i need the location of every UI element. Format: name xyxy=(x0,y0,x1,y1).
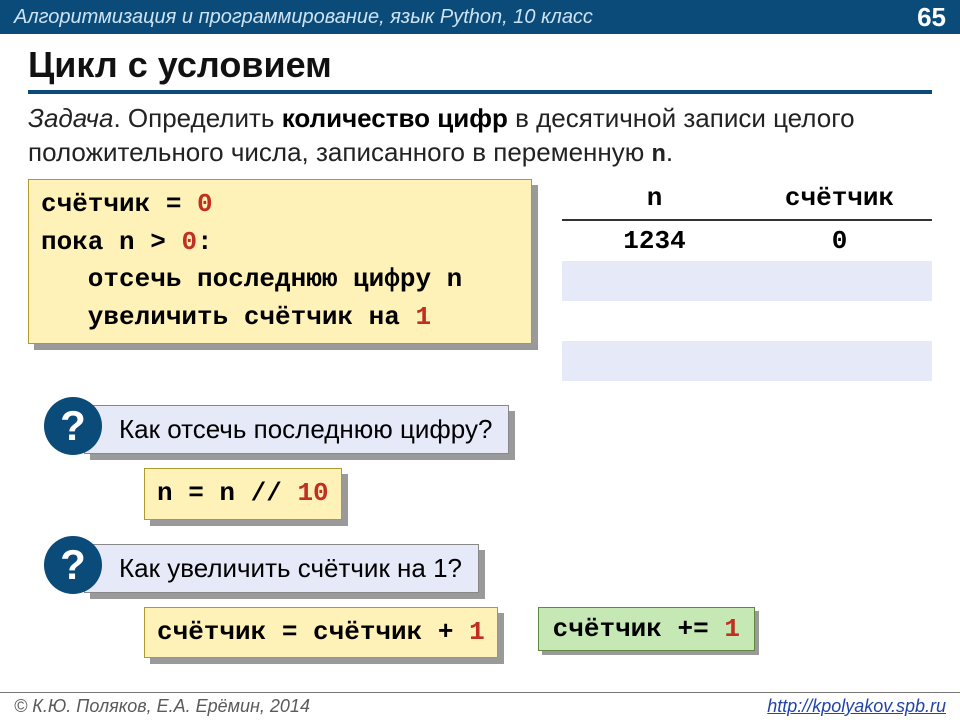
page-number: 65 xyxy=(917,2,946,33)
top-bar: Алгоритмизация и программирование, язык … xyxy=(0,0,960,34)
task-label: Задача xyxy=(28,103,113,133)
trace-header-counter: счётчик xyxy=(747,179,932,219)
trace-table: n счётчик 1234 0 xyxy=(562,179,932,381)
slide-title-block: Цикл с условием xyxy=(0,34,960,96)
footer-url: http://kpolyakov.spb.ru xyxy=(767,696,946,717)
footer: © К.Ю. Поляков, Е.А. Ерёмин, 2014 http:/… xyxy=(0,692,960,720)
question-mark-icon: ? xyxy=(44,536,102,594)
course-title: Алгоритмизация и программирование, язык … xyxy=(14,6,593,29)
trace-header: n счётчик xyxy=(562,179,932,221)
table-row xyxy=(562,341,932,381)
footer-authors: © К.Ю. Поляков, Е.А. Ерёмин, 2014 xyxy=(14,696,310,717)
question-block-2: ? Как увеличить счётчик на 1? xyxy=(84,544,932,593)
slide-title: Цикл с условием xyxy=(28,44,932,94)
code-increment-long: счётчик = счётчик + 1 xyxy=(144,607,498,659)
table-row xyxy=(562,301,932,341)
trace-header-n: n xyxy=(562,179,747,219)
code-increment-short: счётчик += 1 xyxy=(538,607,755,651)
code-cut-digit: n = n // 10 xyxy=(144,468,342,520)
task-statement: Задача. Определить количество цифр в дес… xyxy=(0,96,960,179)
task-bold: количество цифр xyxy=(282,103,508,133)
pseudocode-block: счётчик = 0 пока n > 0: отсечь последнюю… xyxy=(28,179,532,344)
table-row: 1234 0 xyxy=(562,221,932,261)
task-var: n xyxy=(652,142,666,169)
question-text: Как отсечь последнюю цифру? xyxy=(84,405,509,454)
question-text: Как увеличить счётчик на 1? xyxy=(84,544,479,593)
question-mark-icon: ? xyxy=(44,397,102,455)
question-block-1: ? Как отсечь последнюю цифру? xyxy=(84,405,932,454)
table-row xyxy=(562,261,932,301)
